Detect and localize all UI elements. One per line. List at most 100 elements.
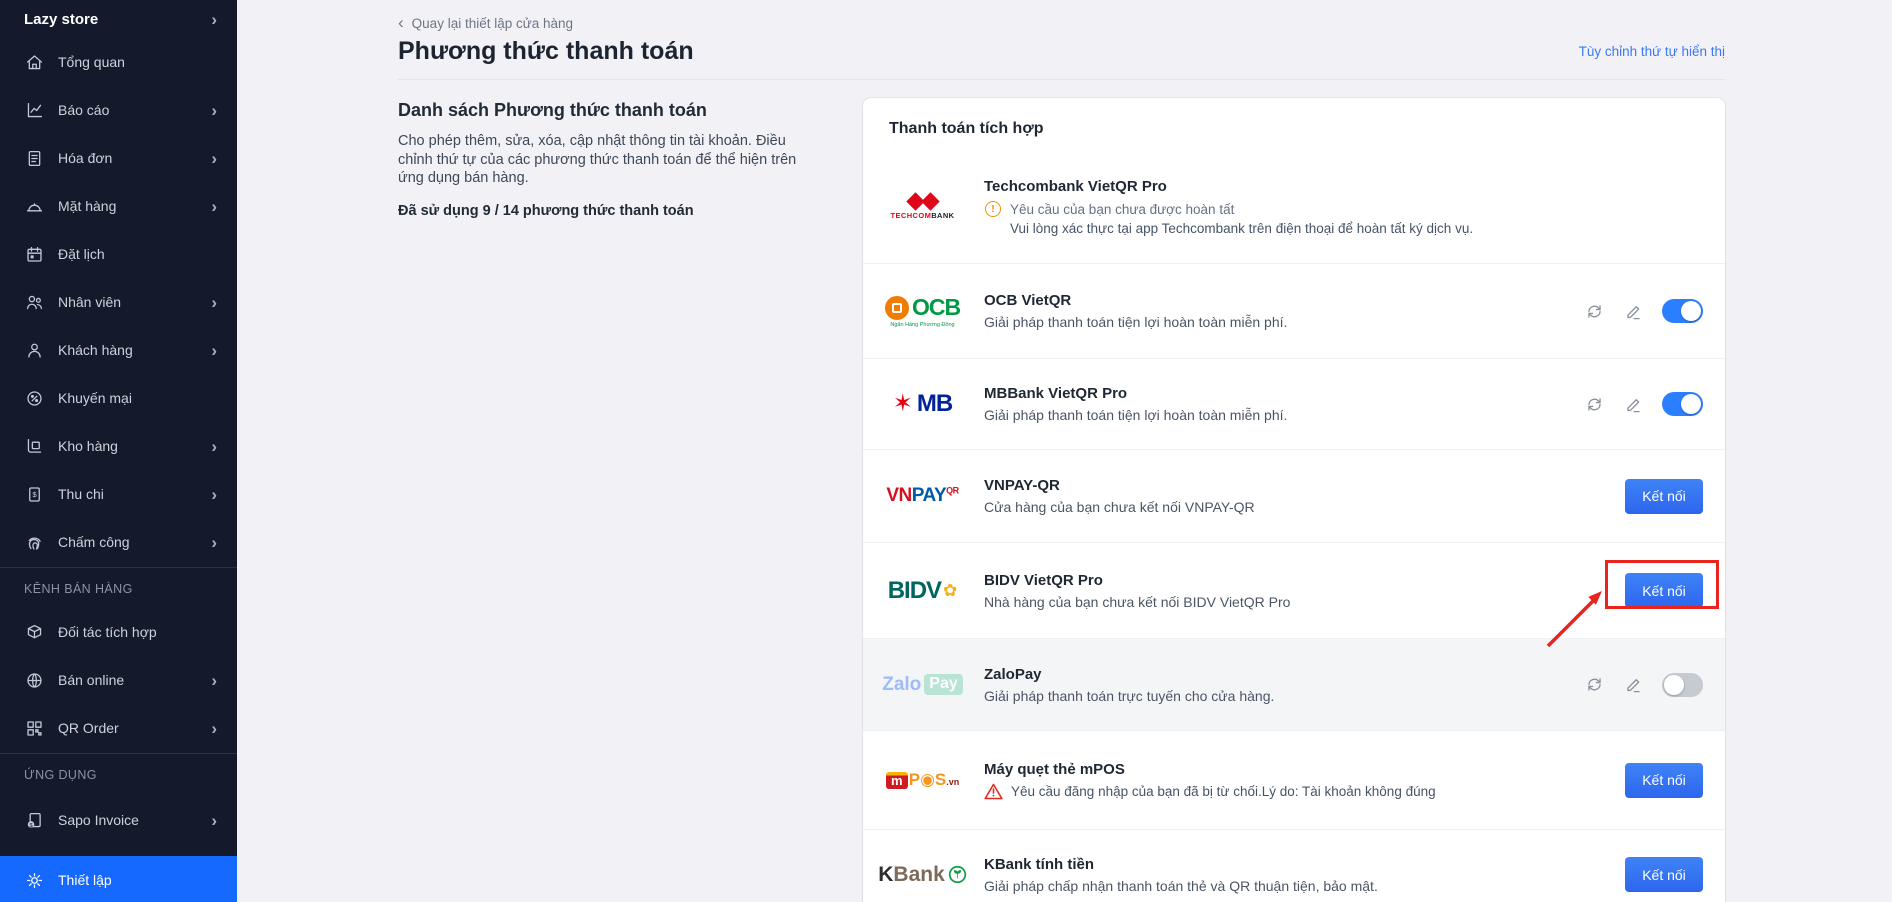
partner-icon [24, 622, 44, 642]
fingerprint-icon [24, 532, 44, 552]
kbank-logo: KBank [885, 863, 960, 887]
sidebar-item-tong-quan[interactable]: Tổng quan [0, 38, 237, 86]
home-icon [24, 52, 44, 72]
refresh-icon[interactable] [1584, 301, 1604, 321]
edit-icon[interactable] [1623, 675, 1643, 695]
chevron-right-icon: › [211, 812, 217, 829]
payment-name: Techcombank VietQR Pro [984, 178, 1703, 195]
zalopay-toggle[interactable] [1662, 673, 1703, 697]
store-switcher[interactable]: Lazy store › [0, 0, 237, 38]
intro-description: Cho phép thêm, sửa, xóa, cập nhật thông … [398, 132, 810, 188]
ocb-logo: OCB Ngân Hàng Phương Đông [885, 294, 960, 328]
edit-icon[interactable] [1623, 394, 1643, 414]
status-text: Yêu cầu của bạn chưa được hoàn tất [1010, 200, 1473, 219]
app-window: Lazy store › Tổng quan Báo cáo › Hóa đơn… [0, 0, 1892, 902]
sidebar-section-sales: KÊNH BÁN HÀNG [0, 568, 237, 608]
kbank-leaf-icon [948, 865, 967, 884]
sidebar-item-dat-lich[interactable]: Đặt lịch [0, 230, 237, 278]
promotion-icon [24, 388, 44, 408]
zalopay-logo: ZaloPay [885, 674, 960, 696]
panel-title: Thanh toán tích hợp [863, 98, 1725, 152]
connect-button-vnpay[interactable]: Kết nối [1625, 479, 1703, 514]
chevron-right-icon: › [211, 342, 217, 359]
chevron-right-icon: › [211, 438, 217, 455]
payment-description: Nhà hàng của bạn chưa kết nối BIDV VietQ… [984, 594, 1625, 610]
chevron-right-icon: › [211, 294, 217, 311]
sidebar-item-thu-chi[interactable]: $ Thu chi › [0, 470, 237, 518]
payment-name: KBank tính tiền [984, 856, 1625, 873]
connect-button-bidv[interactable]: Kết nối [1625, 573, 1703, 608]
chart-icon [24, 100, 44, 120]
payments-panel: Thanh toán tích hợp TECHCOMBANK Techcomb… [863, 98, 1725, 902]
intro-column: Danh sách Phương thức thanh toán Cho phé… [398, 100, 818, 219]
bidv-logo: BIDV✿ [885, 577, 960, 605]
chevron-right-icon: › [211, 198, 217, 215]
mbbank-toggle[interactable] [1662, 392, 1703, 416]
sidebar-item-nhan-vien[interactable]: Nhân viên › [0, 278, 237, 326]
sidebar-item-kho-hang[interactable]: Kho hàng › [0, 422, 237, 470]
cashbook-icon: $ [24, 484, 44, 504]
sidebar-item-ban-online[interactable]: Bán online › [0, 656, 237, 704]
mbbank-logo: ✶MB [885, 390, 960, 418]
sidebar-item-doi-tac-tich-hop[interactable]: Đối tác tích hợp [0, 608, 237, 656]
payment-name: MBBank VietQR Pro [984, 385, 1584, 402]
vnpay-logo: VNPAYQR [885, 485, 960, 507]
header-divider [398, 79, 1725, 80]
ocb-toggle[interactable] [1662, 299, 1703, 323]
chevron-right-icon: › [211, 720, 217, 737]
payment-description: Cửa hàng của bạn chưa kết nối VNPAY-QR [984, 499, 1625, 515]
payment-name: ZaloPay [984, 666, 1584, 683]
staff-icon [24, 292, 44, 312]
payment-row-mpos: mP◉S.vn Máy quẹt thẻ mPOS Yêu cầu đăng n… [863, 730, 1725, 829]
back-link[interactable]: ‹ Quay lại thiết lập cửa hàng [398, 13, 573, 33]
sidebar-item-bao-cao[interactable]: Báo cáo › [0, 86, 237, 134]
sidebar-item-cham-cong[interactable]: Chấm công › [0, 518, 237, 566]
sidebar-item-khuyen-mai[interactable]: Khuyến mại [0, 374, 237, 422]
status-text: Yêu cầu đăng nhập của bạn đã bị từ chối.… [1011, 783, 1436, 800]
sidebar-item-hoa-don[interactable]: Hóa đơn › [0, 134, 237, 182]
status-text: Vui lòng xác thực tại app Techcombank tr… [1010, 219, 1473, 238]
dish-icon [24, 196, 44, 216]
payment-row-kbank: KBank KBank tính tiền Giải pháp chấp nhậ… [863, 829, 1725, 902]
connect-button-mpos[interactable]: Kết nối [1625, 763, 1703, 798]
sidebar-item-qr-order[interactable]: QR Order › [0, 704, 237, 752]
refresh-icon[interactable] [1584, 394, 1604, 414]
intro-heading: Danh sách Phương thức thanh toán [398, 100, 818, 121]
warning-icon: ! [985, 201, 1001, 217]
edit-icon[interactable] [1623, 301, 1643, 321]
refresh-icon[interactable] [1584, 675, 1604, 695]
globe-icon [24, 670, 44, 690]
payment-row-bidv: BIDV✿ BIDV VietQR Pro Nhà hàng của bạn c… [863, 542, 1725, 638]
chevron-right-icon: › [211, 486, 217, 503]
payment-description: Giải pháp chấp nhận thanh toán thẻ và QR… [984, 878, 1625, 894]
payment-description: Giải pháp thanh toán trực tuyến cho cửa … [984, 688, 1584, 704]
calendar-icon [24, 244, 44, 264]
sidebar: Lazy store › Tổng quan Báo cáo › Hóa đơn… [0, 0, 237, 902]
sapo-invoice-icon: $ [24, 810, 44, 830]
chevron-left-icon: ‹ [398, 13, 404, 33]
gear-icon [24, 870, 44, 890]
payment-row-techcombank: TECHCOMBANK Techcombank VietQR Pro ! Yêu… [863, 152, 1725, 263]
chevron-right-icon: › [211, 534, 217, 551]
payment-name: OCB VietQR [984, 292, 1584, 309]
page-title: Phương thức thanh toán [398, 37, 694, 66]
sidebar-item-thiet-lap[interactable]: Thiết lập [0, 856, 237, 902]
connect-button-kbank[interactable]: Kết nối [1625, 857, 1703, 892]
usage-counter: Đã sử dụng 9 / 14 phương thức thanh toán [398, 203, 818, 219]
invoice-icon [24, 148, 44, 168]
sidebar-item-sapo-invoice[interactable]: $ Sapo Invoice › [0, 796, 237, 844]
payment-name: VNPAY-QR [984, 477, 1625, 494]
error-icon [984, 783, 1003, 800]
payment-row-vnpay: VNPAYQR VNPAY-QR Cửa hàng của bạn chưa k… [863, 449, 1725, 542]
payment-name: Máy quẹt thẻ mPOS [984, 761, 1625, 778]
chevron-right-icon: › [211, 102, 217, 119]
sidebar-item-khach-hang[interactable]: Khách hàng › [0, 326, 237, 374]
chevron-right-icon: › [211, 11, 217, 28]
customize-order-link[interactable]: Tùy chỉnh thứ tự hiển thị [1579, 44, 1725, 59]
sidebar-item-mat-hang[interactable]: Mặt hàng › [0, 182, 237, 230]
payment-description: Giải pháp thanh toán tiện lợi hoàn toàn … [984, 314, 1584, 330]
chevron-right-icon: › [211, 672, 217, 689]
customer-icon [24, 340, 44, 360]
chevron-right-icon: › [211, 150, 217, 167]
store-name: Lazy store [24, 11, 211, 28]
